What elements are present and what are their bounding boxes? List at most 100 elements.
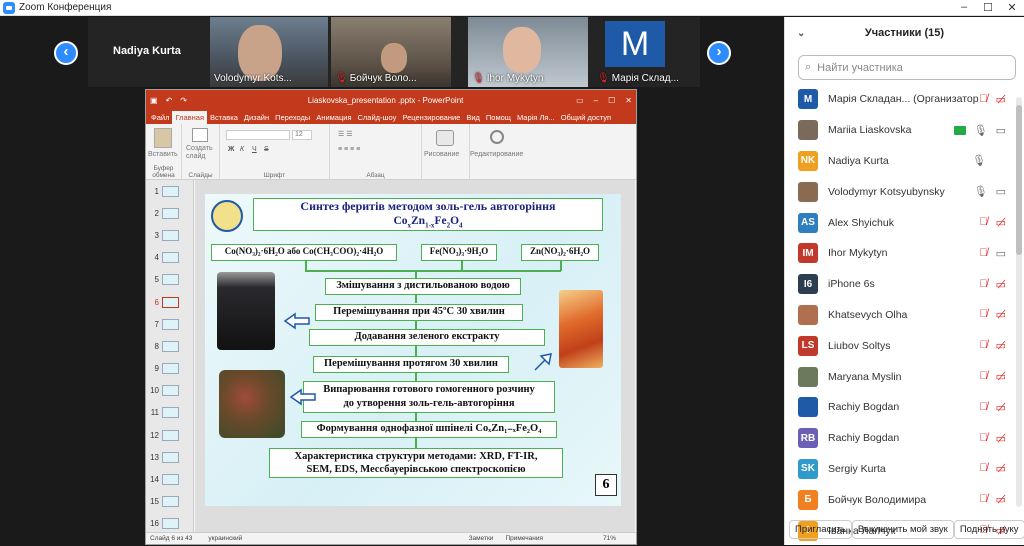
slide-editor[interactable]: Синтез феритів методом золь-гель автогор…	[195, 180, 635, 532]
mute-me-button[interactable]: Выключить мой звук	[851, 519, 954, 539]
minimize-icon[interactable]: –	[952, 1, 976, 14]
participant-row[interactable]: AS Alex Shyichuk 🎙̸ ▭̸	[785, 207, 1024, 238]
slide-thumb[interactable]: 4	[146, 247, 193, 269]
slide-thumb-image	[162, 185, 179, 197]
new-slide-icon[interactable]	[192, 128, 208, 142]
slide-thumb[interactable]: 14	[146, 468, 193, 490]
avatar: NK	[798, 150, 818, 171]
slide-thumb[interactable]: 13	[146, 446, 193, 468]
slide-thumb[interactable]: 8	[146, 335, 193, 357]
tab-view[interactable]: Вид	[463, 111, 483, 124]
new-slide-button[interactable]: Создать слайд	[186, 145, 216, 161]
tab-file[interactable]: Файл	[148, 111, 172, 124]
slide-thumb-selected[interactable]: 6	[146, 291, 193, 313]
slide-thumb-image	[162, 318, 179, 330]
prev-page-button[interactable]: ‹	[54, 41, 78, 65]
active-speaker-tile[interactable]: Nadiya Kurta	[88, 17, 208, 87]
participant-row[interactable]: M Марія Складан... (Организатор) 🎙̸ ▭̸	[785, 84, 1024, 115]
video-tile[interactable]: 🎙 Ihor Mykytyn	[468, 17, 588, 87]
list-icon[interactable]: ☰ ☰	[338, 130, 353, 138]
tab-help[interactable]: Помощ	[483, 111, 514, 124]
ribbon-display-icon[interactable]: ▭	[576, 96, 584, 105]
strikethrough-icon[interactable]: S	[264, 146, 269, 153]
paste-icon[interactable]	[154, 128, 172, 148]
participant-row[interactable]: I6 iPhone 6s 🎙̸ ▭̸	[785, 269, 1024, 300]
slide-thumb[interactable]: 2	[146, 202, 193, 224]
paste-button[interactable]: Вставить	[148, 151, 178, 158]
drawing-button[interactable]: Рисование	[424, 151, 459, 158]
slide-thumb-image	[162, 207, 179, 219]
undo-icon[interactable]: ↶	[166, 96, 173, 105]
shapes-icon[interactable]	[436, 130, 454, 146]
participant-row[interactable]: Б Бойчук Володимира 🎙̸ ▭̸	[785, 484, 1024, 515]
scrollbar-thumb[interactable]	[1016, 105, 1022, 255]
share-button[interactable]: Общий доступ	[558, 111, 614, 124]
slide-thumb[interactable]: 16	[146, 513, 193, 532]
font-size-field[interactable]: 12	[292, 130, 312, 140]
connector	[415, 321, 417, 329]
maximize-icon[interactable]: ☐	[976, 1, 1000, 14]
underline-icon[interactable]: Ч	[252, 146, 257, 153]
slide-thumb[interactable]: 15	[146, 491, 193, 513]
slide-canvas[interactable]: Синтез феритів методом золь-гель автогор…	[205, 194, 621, 506]
tab-slideshow[interactable]: Слайд-шоу	[355, 111, 400, 124]
participants-scrollbar[interactable]	[1016, 97, 1022, 507]
slide-thumb-image	[162, 296, 179, 308]
slide-thumb[interactable]: 3	[146, 224, 193, 246]
mic-muted-icon: 🎙̸	[979, 400, 988, 413]
font-name-field[interactable]	[226, 130, 290, 140]
bold-icon[interactable]: Ж	[228, 146, 234, 153]
tab-animation[interactable]: Анимация	[313, 111, 354, 124]
tab-home[interactable]: Главная	[172, 111, 207, 124]
camera-icon: ▭	[995, 186, 1006, 199]
italic-icon[interactable]: К	[240, 146, 244, 153]
participants-footer: Пригласить Выключить мой звук Поднять ру…	[785, 513, 1024, 545]
video-tile[interactable]: Volodymyr Kots...	[210, 17, 328, 87]
participant-row[interactable]: SK Sergiy Kurta 🎙̸ ▭̸	[785, 454, 1024, 485]
next-page-button[interactable]: ›	[707, 41, 731, 65]
participant-row[interactable]: NK Nadiya Kurta 🎙	[785, 146, 1024, 177]
tab-transitions[interactable]: Переходы	[272, 111, 313, 124]
notes-button[interactable]: Заметки	[469, 535, 494, 542]
zoom-level[interactable]: 71%	[603, 535, 616, 542]
save-icon[interactable]: ▣	[150, 96, 158, 105]
comments-button[interactable]: Примечания	[505, 535, 543, 542]
find-icon[interactable]	[490, 130, 504, 144]
invite-button[interactable]: Пригласить	[789, 519, 852, 539]
user-account[interactable]: Марія Ля...	[514, 111, 558, 124]
slide-thumb[interactable]: 12	[146, 424, 193, 446]
slide-thumb[interactable]: 10	[146, 380, 193, 402]
participant-row[interactable]: Rachiy Bogdan 🎙̸ ▭̸	[785, 392, 1024, 423]
slide-thumb[interactable]: 7	[146, 313, 193, 335]
minimize-icon[interactable]: –	[594, 96, 598, 105]
participant-row[interactable]: LS Liubov Soltys 🎙̸ ▭̸	[785, 330, 1024, 361]
maximize-icon[interactable]: ☐	[608, 96, 615, 105]
participant-search-input[interactable]: ⌕ Найти участника	[798, 55, 1016, 80]
participant-row[interactable]: IM Ihor Mykytyn 🎙̸ ▭	[785, 238, 1024, 269]
connector	[415, 270, 417, 278]
slide-thumb[interactable]: 5	[146, 269, 193, 291]
participant-row[interactable]: Mariia Liaskovska 🎙 ▭	[785, 115, 1024, 146]
chevron-down-icon[interactable]: ⌄	[797, 28, 805, 39]
slide-thumb[interactable]: 9	[146, 358, 193, 380]
tab-insert[interactable]: Вставка	[207, 111, 241, 124]
participant-row[interactable]: Maryana Myslin 🎙̸ ▭̸	[785, 361, 1024, 392]
language[interactable]: украинский	[208, 535, 242, 542]
participant-row[interactable]: Khatsevych Olha 🎙̸ ▭̸	[785, 300, 1024, 331]
slide-thumb[interactable]: 1	[146, 180, 193, 202]
redo-icon[interactable]: ↷	[180, 96, 187, 105]
tab-review[interactable]: Рецензирование	[399, 111, 463, 124]
video-strip: Nadiya Kurta Volodymyr Kots... 🎙 Бойчук В…	[88, 17, 700, 87]
participant-row[interactable]: RB Rachiy Bogdan 🎙̸ ▭̸	[785, 423, 1024, 454]
close-icon[interactable]: ✕	[1000, 1, 1024, 14]
close-icon[interactable]: ✕	[625, 96, 632, 105]
tab-design[interactable]: Дизайн	[241, 111, 272, 124]
raise-hand-button[interactable]: Поднять руку	[953, 519, 1024, 539]
slide-thumb[interactable]: 11	[146, 402, 193, 424]
align-icon[interactable]: ≡ ≡ ≡ ≡	[338, 146, 360, 153]
video-tile[interactable]: 🎙 Бойчук Воло...	[331, 17, 451, 87]
shared-screen-powerpoint[interactable]: ▣ ↶ ↷ Liaskovska_presentation .pptx - Po…	[145, 89, 637, 545]
video-tile[interactable]: M 🎙 Марія Склад...	[593, 17, 700, 87]
participant-row[interactable]: Volodymyr Kotsyubynsky 🎙 ▭	[785, 176, 1024, 207]
editing-button[interactable]: Редактирование	[470, 151, 523, 158]
